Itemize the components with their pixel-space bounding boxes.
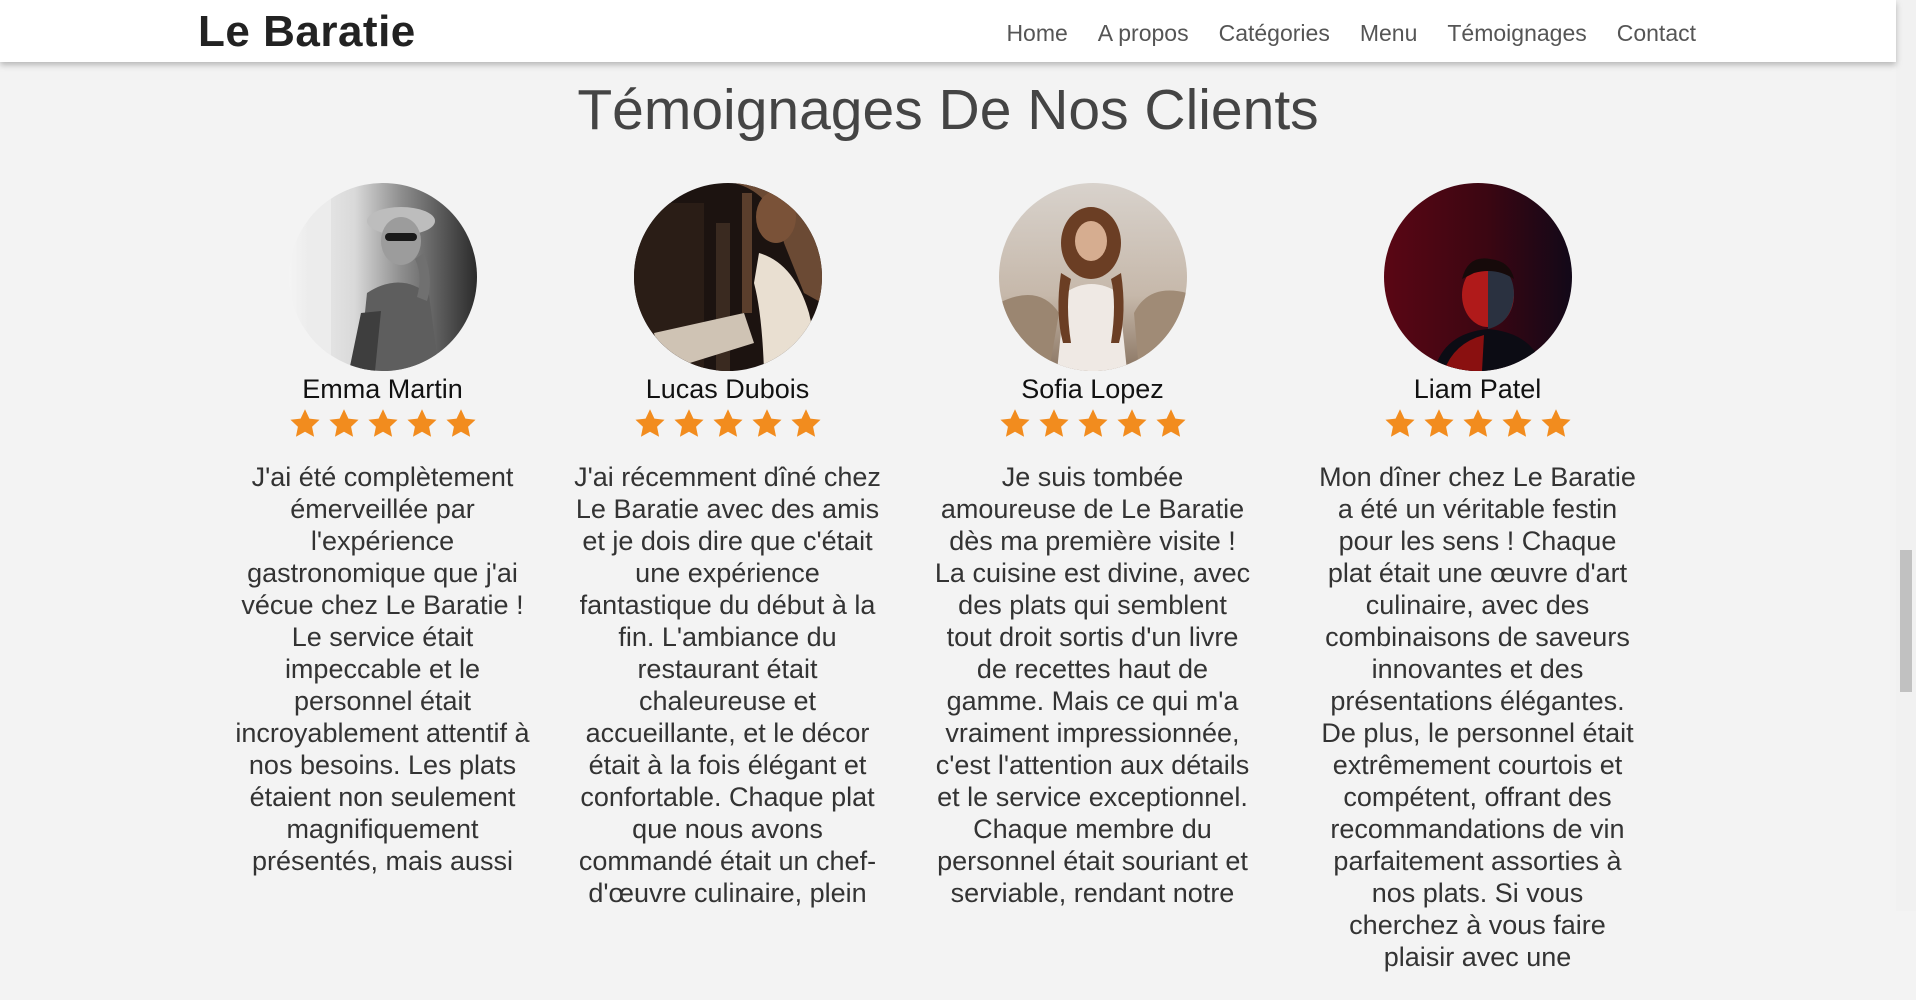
star-icon bbox=[1384, 408, 1416, 441]
avatar bbox=[1383, 183, 1572, 371]
nav-link-temoignages[interactable]: Témoignages bbox=[1447, 19, 1586, 47]
review-text: Je suis tombée amoureuse de Le Baratie d… bbox=[934, 462, 1251, 908]
testimonial-card: Emma Martin J'ai été complètement émerve… bbox=[220, 183, 545, 904]
review-text: J'ai récemment dîné chez Le Baratie avec… bbox=[574, 462, 881, 908]
star-icon bbox=[673, 408, 705, 441]
reviewer-name: Lucas Dubois bbox=[645, 374, 810, 404]
avatar bbox=[633, 183, 822, 371]
star-icon bbox=[1077, 408, 1109, 441]
star-icon bbox=[751, 408, 783, 441]
avatar bbox=[998, 183, 1187, 371]
avatar bbox=[288, 183, 477, 371]
scrollbar-thumb[interactable] bbox=[1900, 550, 1912, 692]
reviewer-name: Sofia Lopez bbox=[1021, 374, 1164, 404]
nav-link-menu[interactable]: Menu bbox=[1360, 19, 1418, 47]
star-icon bbox=[790, 408, 822, 441]
nav-link-contact[interactable]: Contact bbox=[1617, 19, 1696, 47]
star-icon bbox=[712, 408, 744, 441]
nav-link-categories[interactable]: Catégories bbox=[1219, 19, 1330, 47]
star-icon bbox=[1155, 408, 1187, 441]
star-icon bbox=[328, 408, 360, 441]
review-text: J'ai été complètement émerveillée par l'… bbox=[235, 462, 530, 876]
star-rating bbox=[1315, 408, 1640, 441]
star-rating bbox=[565, 408, 890, 441]
star-icon bbox=[1116, 408, 1148, 441]
page-scrollbar[interactable] bbox=[1896, 0, 1916, 911]
reviewer-name: Liam Patel bbox=[1413, 374, 1542, 404]
nav-link-home[interactable]: Home bbox=[1006, 19, 1067, 47]
star-icon bbox=[367, 408, 399, 441]
star-icon bbox=[289, 408, 321, 441]
star-icon bbox=[1540, 408, 1572, 441]
star-icon bbox=[406, 408, 438, 441]
review-text: Mon dîner chez Le Baratie a été un vérit… bbox=[1319, 462, 1636, 972]
testimonial-card: Lucas Dubois J'ai récemment dîné chez Le… bbox=[565, 183, 890, 936]
main-nav: Home A propos Catégories Menu Témoignage… bbox=[976, 19, 1696, 47]
brand-logo[interactable]: Le Baratie bbox=[198, 7, 416, 57]
star-icon bbox=[445, 408, 477, 441]
star-icon bbox=[634, 408, 666, 441]
testimonial-card: Sofia Lopez Je suis tombée amoureuse de … bbox=[930, 183, 1255, 936]
navbar: Le Baratie Home A propos Catégories Menu… bbox=[0, 0, 1896, 62]
star-icon bbox=[1423, 408, 1455, 441]
reviewer-name: Emma Martin bbox=[302, 374, 463, 404]
section-title: Témoignages De Nos Clients bbox=[577, 78, 1319, 142]
nav-link-a-propos[interactable]: A propos bbox=[1098, 19, 1189, 47]
star-rating bbox=[220, 408, 545, 441]
star-icon bbox=[1501, 408, 1533, 441]
star-icon bbox=[1038, 408, 1070, 441]
testimonial-card: Liam Patel Mon dîner chez Le Baratie a é… bbox=[1315, 183, 1640, 1000]
star-icon bbox=[1462, 408, 1494, 441]
star-rating bbox=[930, 408, 1255, 441]
star-icon bbox=[999, 408, 1031, 441]
